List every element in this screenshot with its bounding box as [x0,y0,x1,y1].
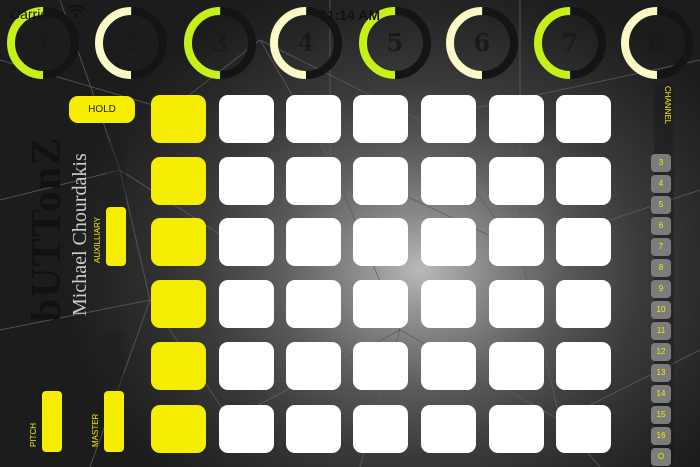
brand-block: bUTTonZ Michael Chourdakis [24,136,91,322]
pitch-label: PITCH [29,423,38,447]
pad-button[interactable] [353,280,408,328]
channel-button[interactable]: 14 [651,385,671,403]
pad-button[interactable] [286,218,341,266]
pad-button[interactable] [489,157,544,205]
channel-button[interactable]: 5 [651,196,671,214]
channel-button[interactable]: 4 [651,175,671,193]
pad-button[interactable] [489,342,544,390]
channel-button[interactable]: 9 [651,280,671,298]
pad-button[interactable] [421,157,476,205]
status-bar: Carrier 11:14 AM [0,0,700,23]
pitch-fader[interactable] [42,391,62,452]
pad-button-active[interactable] [151,342,206,390]
channel-button[interactable]: 13 [651,364,671,382]
channel-button[interactable]: 7 [651,238,671,256]
channel-button[interactable]: 10 [651,301,671,319]
pad-button[interactable] [556,218,611,266]
pad-button[interactable] [219,342,274,390]
app-title: bUTTonZ [24,136,70,322]
channel-button[interactable]: 3 [651,154,671,172]
pad-button[interactable] [421,405,476,453]
pad-button-active[interactable] [151,405,206,453]
status-time: 11:14 AM [319,7,381,23]
pad-button[interactable] [219,157,274,205]
channel-button[interactable]: 15 [651,406,671,424]
pad-button-active[interactable] [151,218,206,266]
pad-button-active[interactable] [151,280,206,328]
pad-button[interactable] [219,95,274,143]
pad-button[interactable] [489,280,544,328]
channel-button[interactable]: 8 [651,259,671,277]
pad-button[interactable] [286,342,341,390]
pad-button-active[interactable] [151,95,206,143]
pad-button[interactable] [219,280,274,328]
pad-button[interactable] [556,95,611,143]
pad-button[interactable] [421,280,476,328]
pad-button[interactable] [353,218,408,266]
pad-button[interactable] [219,405,274,453]
auxiliary-fader[interactable] [106,207,126,266]
channel-title: CHANNEL [663,86,672,125]
pad-button[interactable] [286,280,341,328]
pad-button[interactable] [353,405,408,453]
pad-button[interactable] [556,157,611,205]
pad-button[interactable] [286,95,341,143]
master-fader[interactable] [104,391,124,452]
pad-button[interactable] [353,342,408,390]
channel-button[interactable]: 11 [651,322,671,340]
channel-button[interactable]: 16 [651,427,671,445]
pad-button[interactable] [556,280,611,328]
master-label: MASTER [91,413,100,447]
channel-button[interactable]: O [651,448,671,466]
author-name: Michael Chourdakis [69,153,91,316]
channel-button[interactable]: 12 [651,343,671,361]
pad-button[interactable] [353,95,408,143]
pad-button[interactable] [353,157,408,205]
pad-button[interactable] [219,218,274,266]
pad-button[interactable] [286,157,341,205]
channel-button[interactable]: 6 [651,217,671,235]
auxiliary-label: AUXILLIARY [93,216,102,263]
pad-button[interactable] [421,218,476,266]
pad-button[interactable] [489,218,544,266]
pad-button[interactable] [489,405,544,453]
pad-button-active[interactable] [151,157,206,205]
pad-button[interactable] [286,405,341,453]
pad-button[interactable] [489,95,544,143]
hold-button[interactable]: HOLD [69,96,135,123]
pad-button[interactable] [421,95,476,143]
pad-button[interactable] [556,405,611,453]
pad-button[interactable] [421,342,476,390]
pad-button[interactable] [556,342,611,390]
